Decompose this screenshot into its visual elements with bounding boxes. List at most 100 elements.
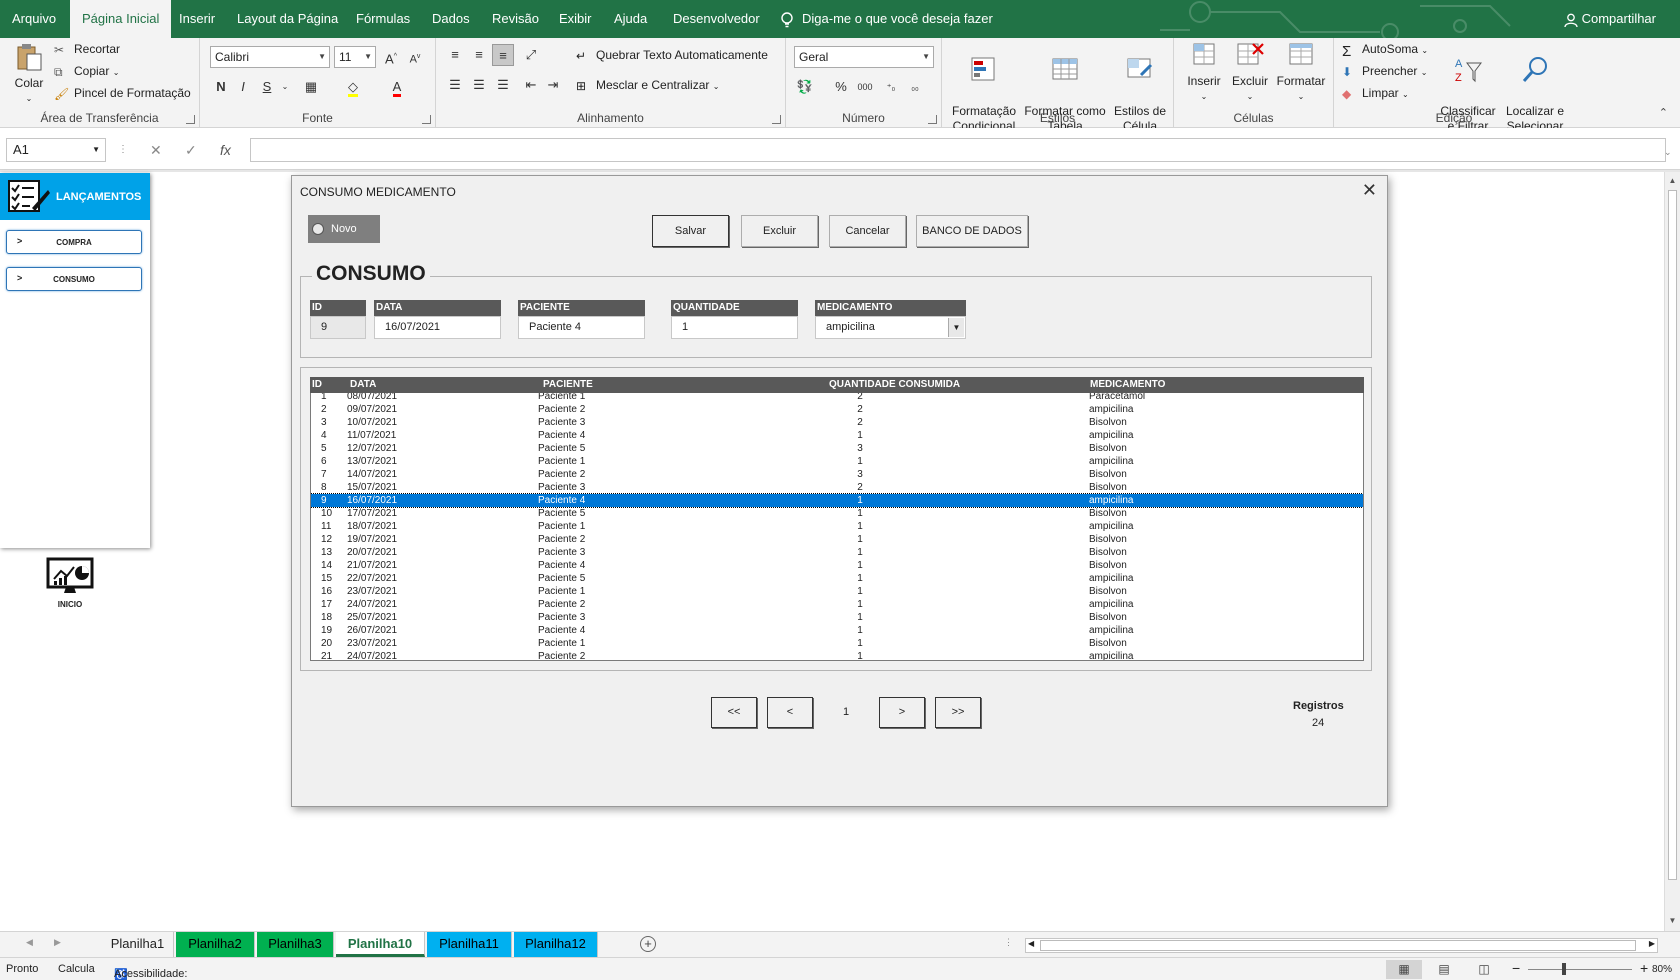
collapse-ribbon-icon[interactable]: ⌃ [1659, 106, 1668, 119]
patient-field[interactable]: Paciente 4 [518, 316, 645, 339]
number-launcher[interactable] [928, 115, 937, 124]
zoom-slider-thumb[interactable] [1562, 963, 1566, 975]
paste-button[interactable]: Colar ⌄ [8, 42, 50, 106]
list-row[interactable]: 17 24/07/2021 Paciente 2 1 ampicilina [311, 598, 1363, 611]
sheet-tab[interactable]: Planilha3 [257, 932, 334, 957]
novo-option[interactable]: Novo [308, 215, 380, 243]
scroll-up-icon[interactable]: ▲ [1667, 176, 1678, 187]
clipboard-launcher[interactable] [186, 115, 195, 124]
list-row[interactable]: 11 18/07/2021 Paciente 1 1 ampicilina [311, 520, 1363, 533]
format-cells-button[interactable]: Formatar ⌄ [1276, 40, 1326, 104]
horizontal-scroll-thumb[interactable] [1040, 940, 1636, 951]
list-row[interactable]: 2 09/07/2021 Paciente 2 2 ampicilina [311, 403, 1363, 416]
thousands-button[interactable]: 000 [854, 76, 876, 98]
currency-icon[interactable]: 💱 [794, 76, 816, 98]
tab-inserir[interactable]: Inserir [167, 0, 227, 38]
last-page-button[interactable]: >> [935, 697, 981, 728]
align-middle-icon[interactable]: ≡ [468, 44, 490, 66]
date-field[interactable]: 16/07/2021 [374, 316, 501, 339]
list-row[interactable]: 3 10/07/2021 Paciente 3 2 Bisolvon [311, 416, 1363, 429]
add-sheet-icon[interactable]: + [640, 936, 656, 952]
increase-decimal-icon[interactable]: ⁺₀ [880, 76, 902, 98]
orientation-icon[interactable]: ⤢ [520, 44, 542, 66]
tab-arquivo[interactable]: Arquivo [0, 0, 68, 38]
list-row[interactable]: 21 24/07/2021 Paciente 2 1 ampicilina [311, 650, 1363, 660]
list-row[interactable]: 13 20/07/2021 Paciente 3 1 Bisolvon [311, 546, 1363, 559]
list-row[interactable]: 6 13/07/2021 Paciente 1 1 ampicilina [311, 455, 1363, 468]
list-row[interactable]: 5 12/07/2021 Paciente 5 3 Bisolvon [311, 442, 1363, 455]
cancel-entry-icon[interactable]: ✕ [150, 138, 162, 162]
share-button[interactable]: Compartilhar [1563, 0, 1656, 38]
decrease-indent-icon[interactable]: ⇤ [520, 74, 542, 96]
list-row[interactable]: 7 14/07/2021 Paciente 2 3 Bisolvon [311, 468, 1363, 481]
align-bottom-icon[interactable]: ≡ [492, 44, 514, 66]
next-sheet-icon[interactable]: ▶ [54, 937, 61, 948]
borders-icon[interactable]: ▦ [300, 76, 322, 98]
insert-function-icon[interactable]: fx [220, 138, 231, 162]
next-page-button[interactable]: > [879, 697, 925, 728]
name-box[interactable]: A1 ▼ [6, 138, 106, 162]
list-row[interactable]: 10 17/07/2021 Paciente 5 1 Bisolvon [311, 507, 1363, 520]
tell-me-search[interactable]: Diga-me o que você deseja fazer [780, 0, 993, 38]
tab-split-handle-icon[interactable]: ⋮ [1004, 937, 1013, 948]
fill-button[interactable]: ⬇ Preencher ⌄ [1342, 64, 1427, 79]
percent-button[interactable]: % [830, 76, 852, 98]
zoom-in-icon[interactable]: + [1640, 960, 1648, 976]
sheet-tab[interactable]: Planilha2 [176, 932, 255, 957]
inicio-button[interactable]: INICIO [44, 557, 96, 609]
alignment-launcher[interactable] [772, 115, 781, 124]
copy-button[interactable]: ⧉ Copiar ⌄ [54, 64, 119, 79]
italic-button[interactable]: I [232, 76, 254, 98]
sheet-tab[interactable]: Planilha11 [427, 932, 512, 957]
list-row[interactable]: 16 23/07/2021 Paciente 1 1 Bisolvon [311, 585, 1363, 598]
prev-sheet-icon[interactable]: ◀ [26, 937, 33, 948]
medication-select[interactable]: ampicilina ▼ [815, 316, 966, 339]
normal-view-icon[interactable]: ▦ [1386, 960, 1422, 979]
decrease-decimal-icon[interactable]: ₀₀ [904, 76, 926, 98]
font-size-select[interactable]: 11 ▼ [334, 46, 376, 68]
zoom-out-icon[interactable]: − [1512, 960, 1520, 976]
shrink-font-icon[interactable]: Av [404, 46, 426, 68]
list-row[interactable]: 19 26/07/2021 Paciente 4 1 ampicilina [311, 624, 1363, 637]
align-right-icon[interactable]: ☰ [492, 74, 514, 96]
dropdown-arrow-icon[interactable]: ▼ [948, 318, 964, 337]
insert-cells-button[interactable]: Inserir ⌄ [1182, 40, 1226, 104]
list-row[interactable]: 1 08/07/2021 Paciente 1 2 Paracetamol [311, 393, 1363, 403]
scroll-left-icon[interactable]: ◀ [1028, 939, 1034, 948]
cut-button[interactable]: ✂ Recortar [54, 42, 120, 57]
font-launcher[interactable] [422, 115, 431, 124]
autosum-button[interactable]: Σ AutoSoma ⌄ [1342, 42, 1428, 60]
list-row[interactable]: 12 19/07/2021 Paciente 2 1 Bisolvon [311, 533, 1363, 546]
database-button[interactable]: BANCO DE DADOS [916, 215, 1028, 247]
tab-dados[interactable]: Dados [420, 0, 482, 38]
formula-input[interactable] [250, 138, 1666, 162]
compra-button[interactable]: > COMPRA [6, 230, 142, 254]
merge-center-button[interactable]: ⊞ Mesclar e Centralizar ⌄ [576, 78, 719, 93]
list-row[interactable]: 14 21/07/2021 Paciente 4 1 Bisolvon [311, 559, 1363, 572]
page-layout-view-icon[interactable]: ▤ [1426, 960, 1462, 979]
list-row[interactable]: 4 11/07/2021 Paciente 4 1 ampicilina [311, 429, 1363, 442]
align-left-icon[interactable]: ☰ [444, 74, 466, 96]
save-button[interactable]: Salvar [652, 215, 729, 247]
sheet-tab[interactable]: Planilha12 [514, 932, 598, 957]
delete-cells-button[interactable]: Excluir ⌄ [1228, 40, 1272, 104]
list-row[interactable]: 8 15/07/2021 Paciente 3 2 Bisolvon [311, 481, 1363, 494]
close-icon[interactable]: ✕ [1362, 180, 1377, 201]
sheet-tab[interactable]: Planilha10 [336, 932, 425, 957]
tab-revisao[interactable]: Revisão [480, 0, 551, 38]
scroll-right-icon[interactable]: ▶ [1649, 939, 1655, 948]
consumption-list[interactable]: 1 08/07/2021 Paciente 1 2 Paracetamol 2 09/07/… [310, 393, 1364, 661]
underline-dropdown-icon[interactable]: ⌄ [274, 76, 296, 98]
bold-button[interactable]: N [210, 76, 232, 98]
tab-desenvolvedor[interactable]: Desenvolvedor [661, 0, 772, 38]
list-row[interactable]: 20 23/07/2021 Paciente 1 1 Bisolvon [311, 637, 1363, 650]
vertical-scroll-thumb[interactable] [1668, 190, 1677, 880]
clear-button[interactable]: ◆ Limpar ⌄ [1342, 86, 1409, 101]
align-top-icon[interactable]: ≡ [444, 44, 466, 66]
tab-exibir[interactable]: Exibir [547, 0, 604, 38]
list-row[interactable]: 18 25/07/2021 Paciente 3 1 Bisolvon [311, 611, 1363, 624]
align-center-icon[interactable]: ☰ [468, 74, 490, 96]
sheet-tab[interactable]: Planilha1 [102, 932, 174, 957]
page-break-view-icon[interactable]: ◫ [1466, 960, 1502, 979]
horizontal-scrollbar[interactable]: ◀ ▶ [1025, 938, 1658, 953]
